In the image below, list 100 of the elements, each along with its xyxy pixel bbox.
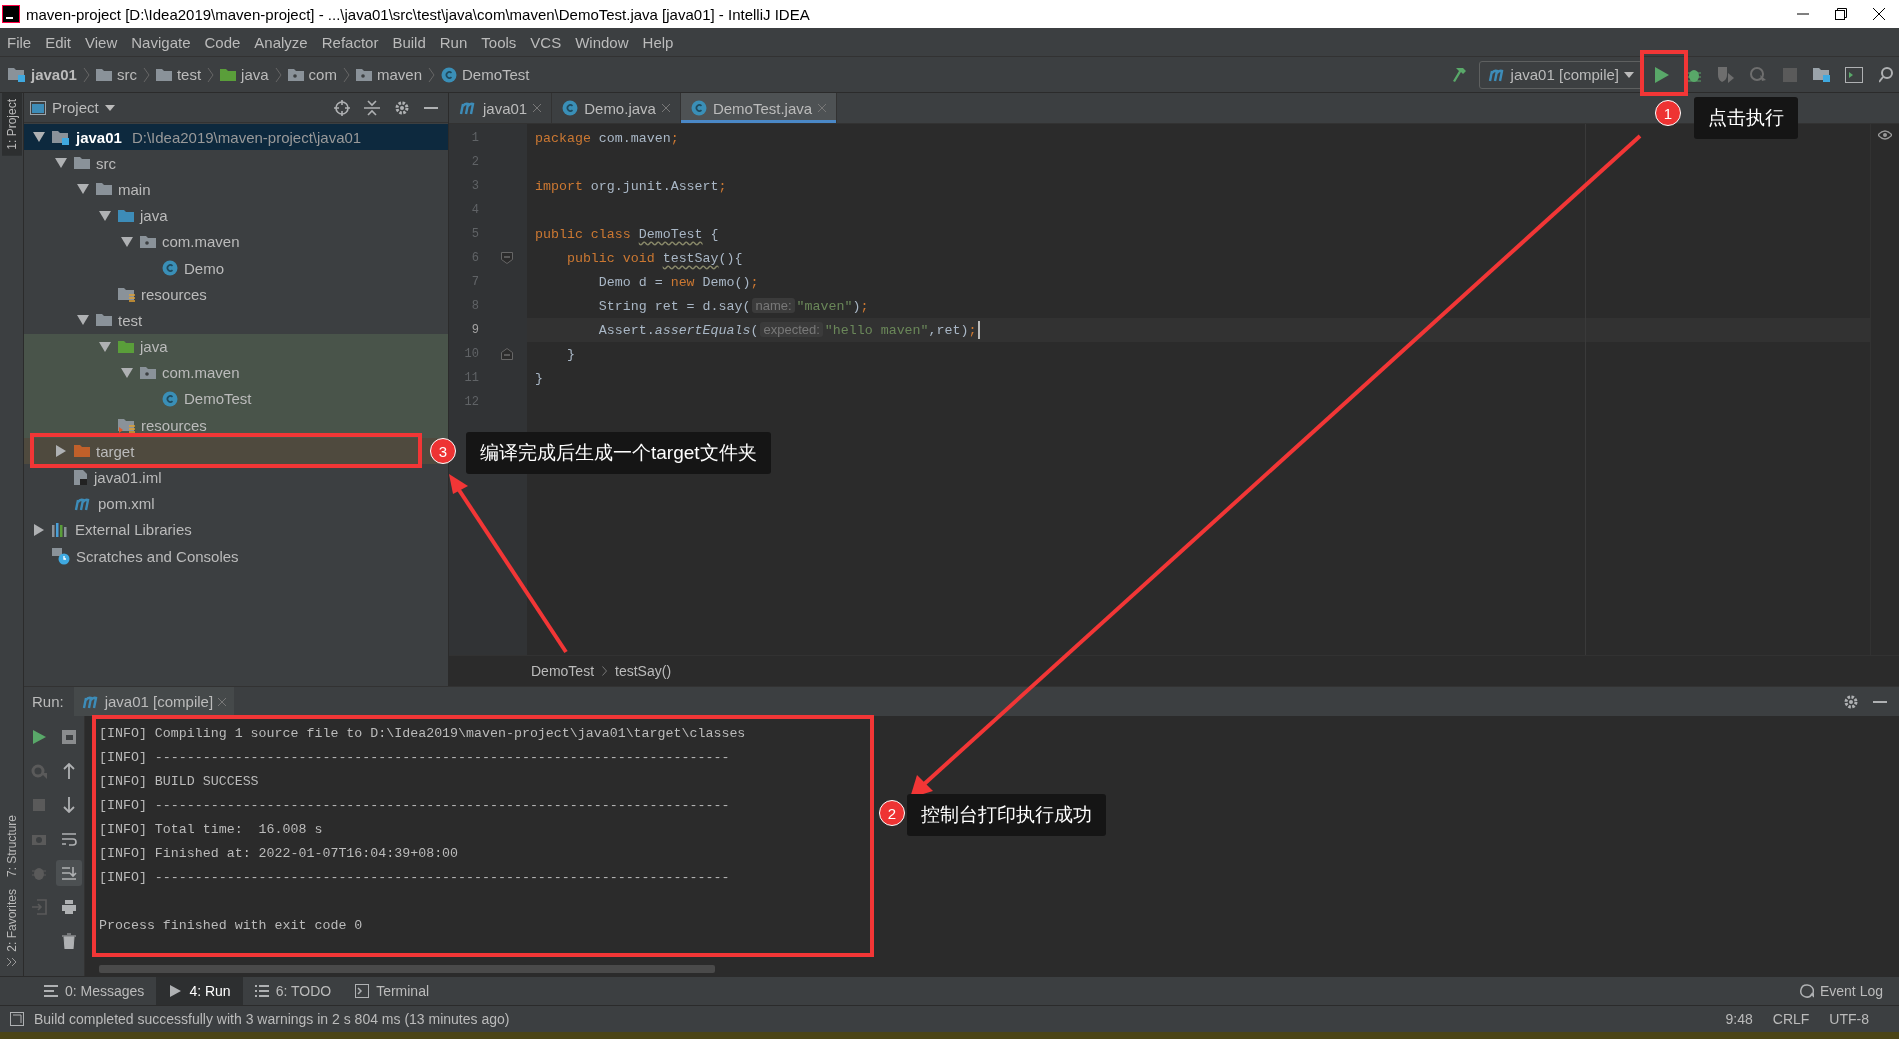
scroll-to-end-icon[interactable] [61, 865, 77, 881]
expanded-arrow-icon[interactable] [99, 340, 111, 353]
run-configuration-dropdown[interactable]: java01 [compile] [1478, 60, 1643, 89]
editor-tab[interactable]: Demo.java [552, 93, 681, 123]
breadcrumb-item[interactable]: test [155, 66, 202, 83]
caret-icon[interactable] [104, 104, 115, 111]
breadcrumb-item[interactable]: java [220, 66, 269, 83]
cursor-position[interactable]: 9:48 [1725, 1011, 1753, 1027]
messages-icon [44, 984, 58, 998]
trash-icon[interactable] [61, 933, 77, 949]
code-line: package com.maven; [535, 130, 679, 146]
more-icon[interactable] [6, 958, 17, 966]
class-icon [690, 100, 707, 116]
side-tab[interactable]: 7: Structure [1, 809, 22, 884]
tree-item[interactable]: java [24, 202, 448, 229]
tree-item[interactable]: test [24, 307, 448, 334]
line-separator[interactable]: CRLF [1772, 1011, 1810, 1027]
package-icon [140, 234, 156, 249]
breadcrumb-item[interactable]: src [95, 66, 137, 83]
console-line: [INFO] Total time: 16.008 s [99, 821, 323, 839]
project-structure-icon[interactable] [1813, 66, 1831, 83]
run-tab[interactable]: java01 [compile] [73, 687, 235, 716]
settings-icon[interactable] [1843, 693, 1859, 710]
callout-text: 编译完成后生成一个target文件夹 [466, 432, 771, 474]
menu-item[interactable]: Tools [474, 33, 524, 51]
menu-item[interactable]: View [78, 33, 125, 51]
expanded-arrow-icon[interactable] [121, 235, 133, 248]
tree-item[interactable]: java [24, 333, 448, 360]
editor-tab[interactable]: DemoTest.java [680, 93, 838, 123]
tree-item[interactable]: Scratches and Consoles [24, 543, 448, 570]
tree-item[interactable]: Demo [24, 254, 448, 282]
editor-tab[interactable]: java01 [449, 93, 553, 123]
expanded-arrow-icon[interactable] [77, 314, 89, 327]
run-icon[interactable] [1655, 66, 1669, 83]
breadcrumb-item[interactable]: testSay() [615, 663, 672, 679]
breadcrumb-item[interactable]: java01 [8, 66, 77, 83]
tree-item[interactable]: External Libraries [24, 516, 448, 543]
tree-item[interactable]: java01.iml [24, 464, 448, 491]
tree-item[interactable]: com.maven [24, 228, 448, 255]
tool-window-tab[interactable]: 6: TODO [242, 977, 344, 1005]
breadcrumb-item[interactable]: com [287, 66, 337, 83]
tree-item[interactable]: main [24, 176, 448, 203]
menu-item[interactable]: Edit [38, 33, 79, 51]
speech-bubble-icon [1799, 984, 1814, 998]
menu-item[interactable]: Help [635, 33, 681, 51]
tree-item[interactable]: java01 D:\Idea2019\maven-project\java01 [24, 124, 448, 151]
eye-icon[interactable] [1878, 130, 1892, 140]
folder-icon [95, 67, 112, 82]
fold-icon[interactable] [501, 252, 513, 264]
menu-item[interactable]: Build [385, 33, 433, 51]
tree-item[interactable]: DemoTest [24, 385, 448, 413]
settings-icon[interactable] [394, 99, 410, 116]
event-log-button[interactable]: Event Log [1799, 983, 1899, 999]
tree-item[interactable]: src [24, 150, 448, 177]
window-icon[interactable] [1845, 66, 1863, 83]
tree-item[interactable]: resources [24, 281, 448, 308]
menu-item[interactable]: VCS [523, 33, 569, 51]
minimize-icon[interactable] [424, 105, 438, 110]
tool-window-tab[interactable]: Terminal [343, 977, 442, 1005]
panel-title[interactable]: Project [52, 99, 99, 116]
menu-item[interactable]: Code [197, 33, 248, 51]
side-tab[interactable]: 2: Favorites [1, 883, 22, 958]
layout-icon[interactable] [10, 1012, 24, 1026]
up-arrow-icon[interactable] [61, 763, 77, 779]
tree-item[interactable]: pom.xml [24, 490, 448, 517]
menu-item[interactable]: File [0, 33, 39, 51]
tree-item[interactable]: com.maven [24, 359, 448, 386]
breadcrumb-item[interactable]: DemoTest [531, 663, 595, 679]
run-icon[interactable] [31, 729, 47, 745]
scrollbar[interactable] [99, 965, 715, 973]
restore-icon[interactable] [1835, 8, 1847, 20]
print-icon[interactable] [61, 899, 77, 915]
expanded-arrow-icon[interactable] [121, 366, 133, 379]
menu-item[interactable]: Window [568, 33, 636, 51]
console-line: [INFO] ------------------------------------------------------------------------ [99, 749, 730, 767]
menu-item[interactable]: Navigate [124, 33, 198, 51]
expanded-arrow-icon[interactable] [33, 131, 45, 144]
menu-item[interactable]: Run [432, 33, 475, 51]
wrap-icon[interactable] [61, 831, 77, 847]
expanded-arrow-icon[interactable] [55, 157, 67, 170]
menu-item[interactable]: Refactor [314, 33, 386, 51]
fold-icon[interactable] [501, 348, 513, 360]
tool-window-tab[interactable]: 4: Run [156, 977, 243, 1005]
collapsed-arrow-icon[interactable] [33, 523, 45, 536]
collapsed-arrow-icon[interactable] [55, 445, 67, 458]
collapse-icon[interactable] [364, 99, 380, 116]
close-icon[interactable] [1873, 8, 1885, 20]
locate-icon[interactable] [334, 99, 350, 116]
side-tab[interactable]: 1: Project [1, 93, 22, 156]
search-icon[interactable] [1879, 66, 1893, 83]
breadcrumb-item[interactable]: maven [355, 66, 422, 83]
file-encoding[interactable]: UTF-8 [1829, 1011, 1869, 1027]
down-arrow-icon[interactable] [61, 797, 77, 813]
breadcrumb-item[interactable]: DemoTest [441, 66, 530, 83]
expanded-arrow-icon[interactable] [77, 183, 89, 196]
chevron-icon [207, 66, 215, 83]
tool-window-tab[interactable]: 0: Messages [32, 977, 157, 1005]
layout-icon[interactable] [61, 729, 77, 745]
menu-item[interactable]: Analyze [247, 33, 315, 51]
expanded-arrow-icon[interactable] [99, 209, 111, 222]
